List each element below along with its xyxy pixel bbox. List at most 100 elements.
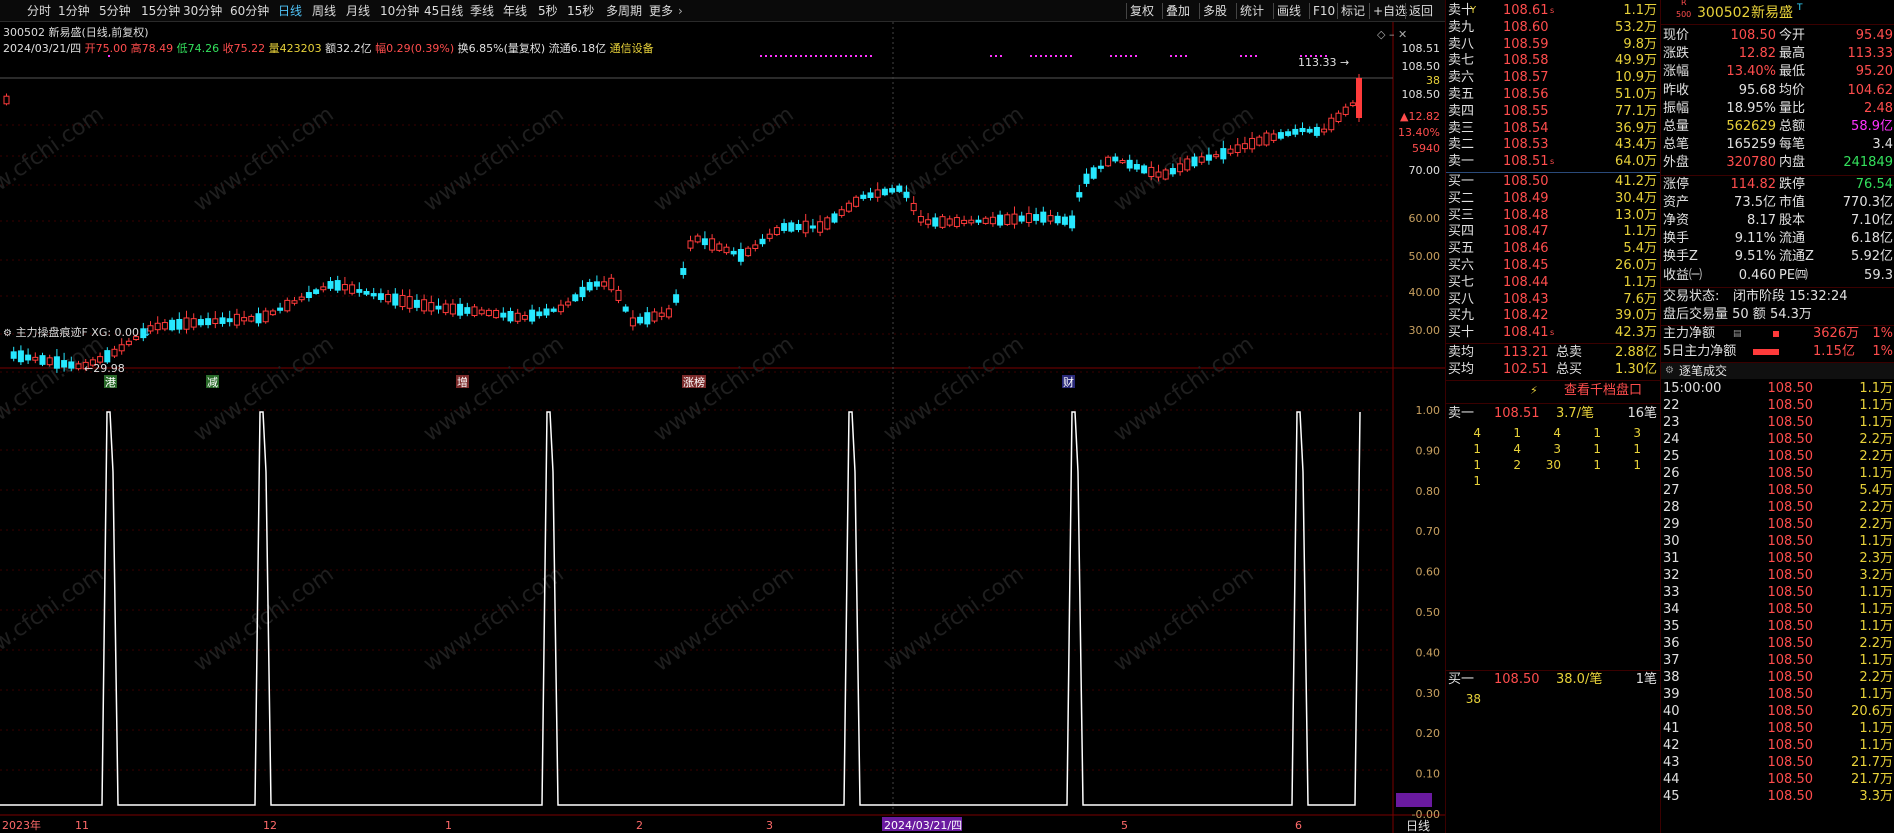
period-tab[interactable]: 10分钟	[380, 3, 419, 19]
tick-row: 25 108.50 2.2万	[1663, 448, 1893, 464]
signal-dot	[1065, 55, 1067, 57]
info-sector[interactable]: 通信设备	[610, 42, 654, 55]
bid-level-row[interactable]: 买一 108.50 41.2万	[1446, 174, 1661, 190]
tick-header[interactable]: ⚙ 逐笔成交	[1661, 362, 1894, 379]
signal-dot	[785, 55, 787, 57]
candle-body	[824, 217, 831, 230]
event-tag-label: 增	[457, 375, 468, 389]
settings-icon[interactable]: ⚙	[3, 328, 12, 339]
candle-body	[896, 185, 903, 192]
ask-level-row[interactable]: 卖六 108.57 10.9万	[1446, 70, 1661, 86]
toolbar-tool-button[interactable]: 复权	[1130, 3, 1154, 19]
period-label[interactable]: 日线	[1406, 819, 1430, 833]
period-tab[interactable]: 年线	[503, 3, 527, 19]
candle-body	[1277, 132, 1284, 139]
signal-dot	[1050, 55, 1052, 57]
period-tab[interactable]: 15分钟	[141, 3, 180, 19]
period-tab[interactable]: 5分钟	[99, 3, 131, 19]
bid-level-row[interactable]: 买六 108.45 26.0万	[1446, 258, 1661, 274]
period-tab[interactable]: 分时	[27, 3, 51, 19]
bid-level-row[interactable]: 买十 108.41 s 42.3万	[1446, 325, 1661, 341]
ask-level-row[interactable]: 卖九 108.60 53.2万	[1446, 20, 1661, 36]
period-tab[interactable]: 多周期	[606, 3, 642, 19]
candle-body	[651, 311, 658, 322]
quote-label: 涨停	[1663, 176, 1690, 192]
bid-level-row[interactable]: 买七 108.44 1.1万	[1446, 275, 1661, 291]
ask-level-row[interactable]: 卖八 108.59 9.8万	[1446, 37, 1661, 53]
candle-body	[493, 309, 500, 319]
close-icon[interactable]: ✕	[1398, 28, 1407, 41]
toolbar-tool-button[interactable]: 返回	[1409, 3, 1433, 19]
bid-level-row[interactable]: 买五 108.46 5.4万	[1446, 241, 1661, 257]
toolbar-tool-button[interactable]: 标记	[1341, 3, 1365, 19]
diamond-icon[interactable]: ◇	[1377, 28, 1385, 41]
ask-level-row[interactable]: 卖七 108.58 49.9万	[1446, 53, 1661, 69]
candle-body	[1148, 166, 1155, 177]
kline-chart-svg[interactable]: 108.51 108.5038108.50 ▲12.82 13.40% 5940 70.0…	[0, 22, 1445, 833]
signal-dot	[1135, 55, 1137, 57]
signal-dot	[1300, 55, 1302, 57]
quote-value: 320780	[1726, 155, 1776, 171]
chart-area[interactable]: 108.51 108.50 38 108.50 ▲12.82 13.40% 5940 70.0…	[0, 22, 1445, 833]
signal-dot	[820, 55, 822, 57]
settings-icon[interactable]: ⚙	[1665, 363, 1674, 379]
event-tag-label: 港	[105, 376, 116, 389]
quote-header: R 500 300502 新易盛 T	[1661, 0, 1894, 24]
indicator-title[interactable]: 主力操盘痕迹F	[15, 326, 87, 339]
minimize-icon[interactable]: –	[1389, 28, 1395, 41]
quote-row: 换手Z 9.51% 流通Z 5.92亿	[1661, 249, 1894, 265]
toolbar-tool-button[interactable]: 统计	[1240, 3, 1264, 19]
period-tab[interactable]: 更多	[649, 3, 673, 19]
toolbar-tool-button[interactable]: 画线	[1277, 3, 1301, 19]
more-chevron-icon[interactable]: ›	[678, 3, 683, 19]
watermark: www.cfchi.com	[1109, 102, 1258, 217]
tick-row: 32 108.50 3.2万	[1663, 567, 1893, 583]
period-tab[interactable]: 5秒	[538, 3, 558, 19]
tick-row: 33 108.50 1.1万	[1663, 584, 1893, 600]
bid-level-row[interactable]: 买四 108.47 1.1万	[1446, 224, 1661, 240]
candle-body	[572, 294, 579, 302]
ask-level-row[interactable]: 卖四 108.55 77.1万	[1446, 104, 1661, 120]
ask-level-row[interactable]: 卖十 Y 108.61 s 1.1万	[1446, 3, 1661, 19]
toolbar-tool-button[interactable]: 叠加	[1166, 3, 1190, 19]
period-tab[interactable]: 30分钟	[183, 3, 222, 19]
ask-level-row[interactable]: 卖五 108.56 51.0万	[1446, 87, 1661, 103]
period-tab[interactable]: 15秒	[567, 3, 594, 19]
ask-level-row[interactable]: 卖一 108.51 s 64.0万	[1446, 154, 1661, 170]
toolbar-tool-button[interactable]: 多股	[1203, 3, 1227, 19]
period-tab[interactable]: 周线	[312, 3, 336, 19]
period-tab[interactable]: 60分钟	[230, 3, 269, 19]
period-tab[interactable]: 月线	[346, 3, 370, 19]
candle-body	[1141, 165, 1148, 174]
level-price: 108.41	[1503, 325, 1549, 341]
period-tab[interactable]: 季线	[470, 3, 494, 19]
signal-dot	[765, 55, 767, 57]
ask-level-row[interactable]: 卖二 108.53 43.4万	[1446, 137, 1661, 153]
quote-row: 现价 108.50 今开 95.49	[1661, 28, 1894, 44]
ask-level-row[interactable]: 卖三 108.54 36.9万	[1446, 121, 1661, 137]
candle-body	[1349, 102, 1356, 107]
bid-level-row[interactable]: 买九 108.42 39.0万	[1446, 308, 1661, 324]
thousand-depth-link[interactable]: ⚡ 查看千档盘口	[1446, 383, 1661, 399]
period-tab[interactable]: 1分钟	[58, 3, 90, 19]
signal-dot	[1310, 55, 1312, 57]
price-axis-label: 108.50	[1402, 60, 1441, 73]
candle-body	[701, 238, 708, 246]
toolbar-tool-button[interactable]: F10	[1313, 3, 1335, 19]
toolbar-tool-button[interactable]: +自选	[1373, 3, 1407, 19]
level-price: 108.60	[1503, 19, 1549, 35]
period-tab[interactable]: 日线	[278, 3, 302, 19]
queue-lot: 38	[1465, 692, 1481, 706]
queue-lot: 2	[1513, 458, 1521, 472]
signal-dot	[855, 55, 857, 57]
level-label: 买一	[1448, 174, 1475, 189]
bid-level-row[interactable]: 买八 108.43 7.6万	[1446, 292, 1661, 308]
watermark: www.cfchi.com	[879, 102, 1028, 217]
queue-lot: 3	[1633, 426, 1641, 440]
period-tab[interactable]: 45日线	[424, 3, 463, 19]
bid-level-row[interactable]: 买二 108.49 30.4万	[1446, 191, 1661, 207]
candle-body	[125, 340, 132, 346]
chart-icon[interactable]: ▤	[1733, 326, 1742, 342]
level-label: 买四	[1448, 224, 1475, 240]
bid-level-row[interactable]: 买三 108.48 13.0万	[1446, 208, 1661, 224]
